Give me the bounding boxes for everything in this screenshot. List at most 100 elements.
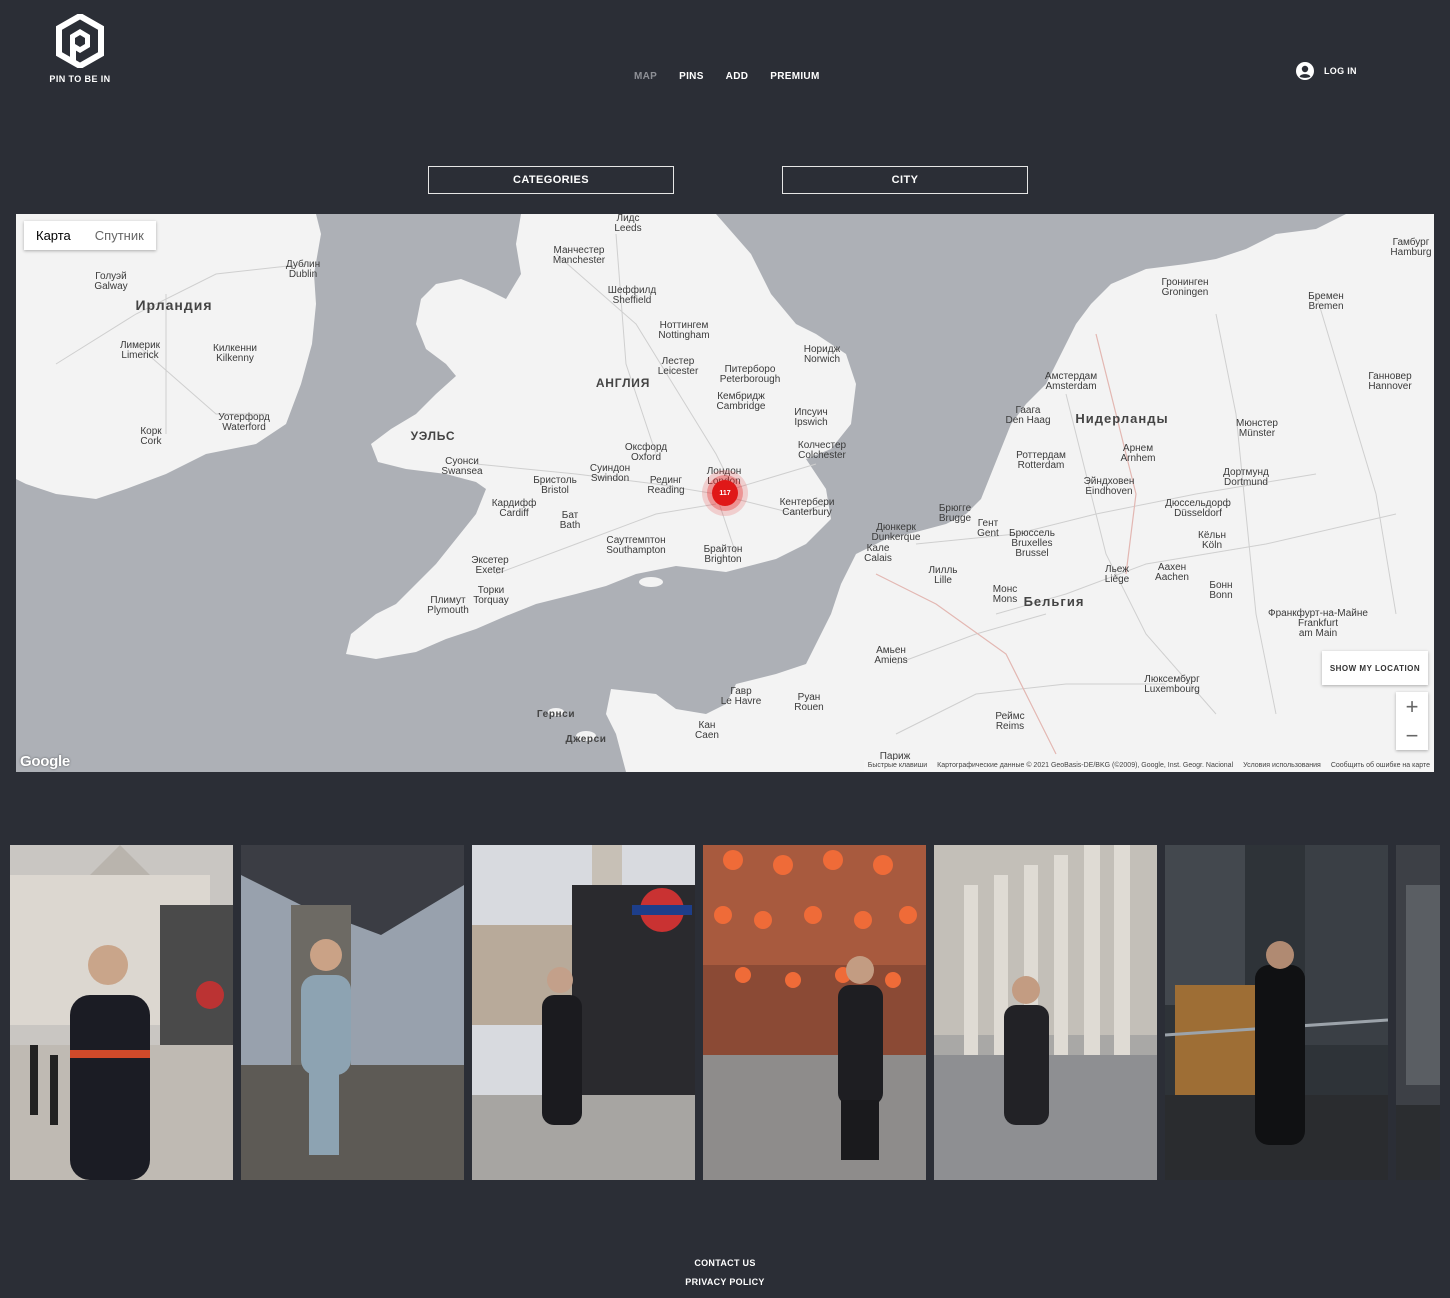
label-brussels: Брюссель Bruxelles Brussel — [1009, 528, 1055, 559]
map-attribution: Быстрые клавиши Картографические данные … — [863, 760, 1434, 772]
label-nottingham: Ноттингем Nottingham — [658, 320, 710, 341]
nav-map[interactable]: MAP — [634, 71, 657, 82]
map-type-control: Карта Спутник — [24, 221, 156, 250]
gallery-photo[interactable] — [10, 845, 233, 1180]
login-label: LOG IN — [1324, 66, 1357, 76]
label-koln: Кёльн Köln — [1198, 530, 1226, 551]
label-limerick: Лимерик Limerick — [119, 340, 161, 361]
label-calais: Кале Calais — [864, 543, 892, 564]
label-eindhoven: Эйндховен Eindhoven — [1083, 476, 1135, 497]
zoom-out-button[interactable]: − — [1396, 721, 1428, 750]
logo-icon — [56, 14, 104, 68]
nav-pins[interactable]: PINS — [679, 71, 704, 82]
photo-gallery — [10, 845, 1440, 1180]
cluster-marker[interactable]: 117 — [712, 480, 738, 506]
login-button[interactable]: LOG IN — [1296, 62, 1357, 80]
label-bristol: Бристоль Bristol — [533, 475, 577, 496]
label-wales: УЭЛЬС — [410, 429, 456, 443]
label-munster: Мюнстер Münster — [1236, 418, 1278, 439]
label-cambridge: Кембридж Cambridge — [716, 391, 766, 412]
photo-columned-building — [934, 845, 1157, 1180]
label-aachen: Аахен Aachen — [1155, 562, 1189, 583]
label-reading: Рединг Reading — [647, 475, 685, 496]
map-type-map-button[interactable]: Карта — [24, 221, 83, 250]
label-oxford: Оксфорд Oxford — [624, 442, 668, 463]
label-ipswich: Ипсуич Ipswich — [794, 407, 828, 428]
gallery-photo[interactable] — [1396, 845, 1440, 1180]
logo-text: PIN TO BE IN — [49, 74, 111, 84]
label-le-havre: Гавр Le Havre — [720, 686, 762, 707]
label-plymouth: Плимут Plymouth — [427, 595, 469, 616]
report-error-link[interactable]: Сообщить об ошибке на карте — [1331, 762, 1430, 770]
map[interactable]: Ирландия АНГЛИЯ УЭЛЬС Нидерланды Бельгия… — [16, 214, 1434, 772]
label-caen: Кан Caen — [695, 720, 719, 741]
label-rouen: Руан Rouen — [794, 692, 824, 713]
label-den-haag: Гаага Den Haag — [1005, 405, 1051, 426]
label-bremen: Бремен Bremen — [1308, 291, 1344, 312]
zoom-in-button[interactable]: + — [1396, 692, 1428, 721]
photo-chinatown — [703, 845, 926, 1180]
gallery-photo[interactable] — [241, 845, 464, 1180]
label-guernsey: Гернси — [536, 709, 576, 720]
contact-us-link[interactable]: CONTACT US — [0, 1254, 1450, 1273]
label-ireland: Ирландия — [135, 297, 213, 313]
label-dunkerque: Дюнкерк Dunkerque — [871, 522, 921, 543]
label-cardiff: Кардифф Cardiff — [491, 498, 537, 519]
label-peterborough: Питерборо Peterborough — [719, 364, 781, 385]
show-my-location-button[interactable]: SHOW MY LOCATION — [1322, 651, 1428, 685]
categories-button[interactable]: CATEGORIES — [428, 166, 674, 194]
label-swindon: Суиндон Swindon — [589, 463, 631, 484]
label-torquay: Торки Torquay — [473, 585, 509, 606]
nav-add[interactable]: ADD — [726, 71, 749, 82]
label-waterford: Уотерфорд Waterford — [218, 412, 270, 433]
label-manchester: Манчестер Manchester — [552, 245, 606, 266]
label-reims: Реймс Reims — [995, 711, 1025, 732]
photo-horse-guards — [10, 845, 233, 1180]
label-rotterdam: Роттердам Rotterdam — [1016, 450, 1066, 471]
label-belgium: Бельгия — [1023, 594, 1085, 609]
privacy-policy-link[interactable]: PRIVACY POLICY — [0, 1273, 1450, 1292]
label-lille: Лилль Lille — [928, 565, 958, 586]
gallery-photo[interactable] — [1165, 845, 1388, 1180]
label-gent: Гент Gent — [977, 518, 999, 539]
nav-premium[interactable]: PREMIUM — [770, 71, 819, 82]
label-liege: Льеж Liège — [1104, 564, 1130, 585]
label-hamburg: Гамбург Hamburg — [1390, 237, 1432, 258]
label-mons: Монс Mons — [992, 584, 1018, 605]
photo-tower-bridge — [241, 845, 464, 1180]
label-kilkenny: Килкенни Kilkenny — [213, 343, 257, 364]
city-button[interactable]: CITY — [782, 166, 1028, 194]
label-southampton: Саутгемптон Southampton — [606, 535, 666, 556]
label-netherlands: Нидерланды — [1075, 411, 1169, 426]
gallery-photo[interactable] — [472, 845, 695, 1180]
keyboard-shortcuts-link[interactable]: Быстрые клавиши — [868, 762, 927, 770]
label-galway: Голуэй Galway — [94, 271, 128, 292]
label-brugge: Брюгге Brugge — [938, 503, 972, 524]
map-data-text: Картографические данные © 2021 GeoBasis-… — [937, 762, 1234, 769]
label-brighton: Брайтон Brighton — [703, 544, 743, 565]
gallery-photo[interactable] — [703, 845, 926, 1180]
google-logo: Google — [20, 753, 70, 770]
label-luxembourg: Люксембург Luxembourg — [1144, 674, 1200, 695]
footer: CONTACT US PRIVACY POLICY — [0, 1254, 1450, 1292]
label-amiens: Амьен Amiens — [874, 645, 908, 666]
label-exeter: Эксетер Exeter — [471, 555, 509, 576]
label-arnhem: Арнем Arnhem — [1120, 443, 1156, 464]
label-leicester: Лестер Leicester — [657, 356, 699, 377]
terms-link[interactable]: Условия использования — [1243, 762, 1321, 770]
label-bonn: Бонн Bonn — [1209, 580, 1233, 601]
photo-partial — [1396, 845, 1440, 1180]
photo-lloyds-building — [1165, 845, 1388, 1180]
label-amsterdam: Амстердам Amsterdam — [1044, 371, 1098, 392]
photo-charing-cross — [472, 845, 695, 1180]
label-leeds: Лидс Leeds — [614, 214, 642, 234]
gallery-photo[interactable] — [934, 845, 1157, 1180]
label-hannover: Ганновер Hannover — [1368, 371, 1412, 392]
map-type-satellite-button[interactable]: Спутник — [83, 221, 156, 250]
label-norwich: Норидж Norwich — [803, 344, 841, 365]
label-dusseldorf: Дюссельдорф Düsseldorf — [1165, 498, 1231, 519]
label-jersey: Джерси — [565, 734, 607, 745]
label-england: АНГЛИЯ — [595, 376, 651, 390]
site-logo[interactable]: PIN TO BE IN — [48, 14, 112, 84]
label-dortmund: Дортмунд Dortmund — [1223, 467, 1269, 488]
